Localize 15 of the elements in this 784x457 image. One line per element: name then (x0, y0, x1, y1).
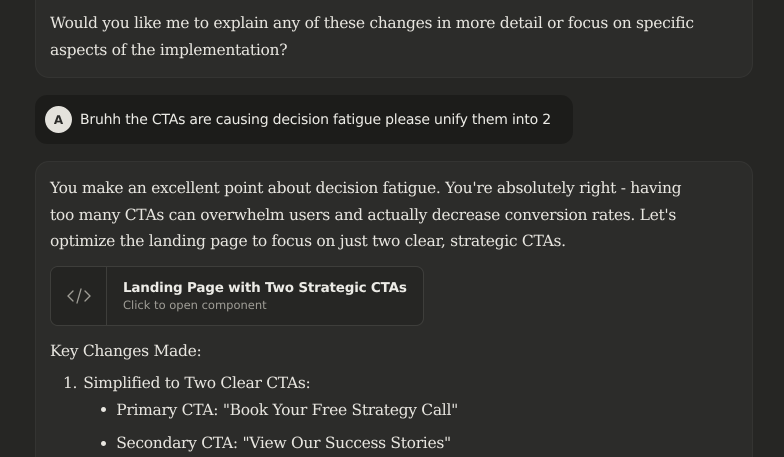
section-heading: Key Changes Made: (50, 340, 202, 362)
bullet-icon (101, 440, 106, 446)
user-avatar: A (45, 106, 72, 133)
user-message-text: Bruhh the CTAs are causing decision fatigue please unify them into 2 (80, 112, 551, 128)
bullet-icon (101, 407, 106, 412)
list-number: 1. (63, 373, 78, 394)
artifact-subtitle: Click to open component (123, 298, 268, 312)
message-text: You make an excellent point about decision fatigue. You're absolutely right - having too many CTAs can overwhelm users and actually decrease conversion rates. Let's optimize the landing page to focus on just two clear, strategic CTAs. (50, 178, 682, 252)
artifact-card[interactable]: Landing Page with Two Strategic CTAs Click to open component (50, 266, 424, 326)
list-item-text: Secondary CTA: "View Our Success Stories" (116, 433, 451, 454)
message-text: Would you like me to explain any of these changes in more detail or focus on specific aspects of the implementation? (50, 13, 695, 60)
artifact-title: Landing Page with Two Strategic CTAs (123, 280, 407, 296)
list-item-text: Simplified to Two Clear CTAs: (83, 373, 312, 394)
code-icon (66, 288, 90, 304)
list-item-text: Primary CTA: "Book Your Free Strategy Call" (116, 400, 458, 420)
